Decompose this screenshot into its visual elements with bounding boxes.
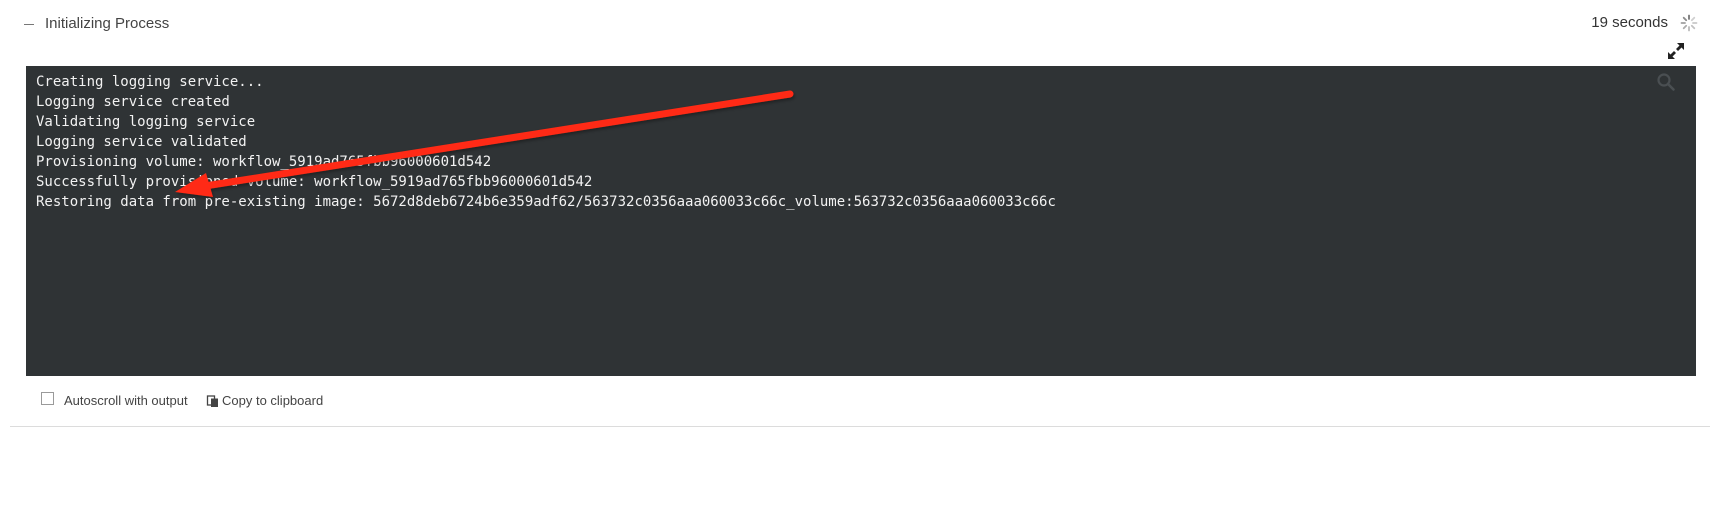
- autoscroll-label[interactable]: Autoscroll with output: [64, 393, 188, 408]
- copy-to-clipboard-button[interactable]: Copy to clipboard: [222, 393, 323, 408]
- console-line: Validating logging service: [36, 114, 256, 130]
- console-line: Provisioning volume: workflow_5919ad765f…: [36, 154, 492, 170]
- console-line: Logging service validated: [36, 134, 247, 150]
- console-output: Creating logging service... Logging serv…: [26, 66, 1696, 376]
- console-line: Successfully provisioned volume: workflo…: [36, 174, 593, 190]
- expand-icon[interactable]: [1667, 42, 1685, 60]
- search-icon[interactable]: [1656, 72, 1676, 92]
- console-line: Restoring data from pre-existing image: …: [36, 194, 1056, 210]
- process-header: Initializing Process 19 seconds: [0, 0, 1715, 59]
- spinner-icon: [1680, 14, 1698, 32]
- clipboard-icon[interactable]: [206, 394, 220, 408]
- collapse-button[interactable]: [20, 14, 38, 34]
- autoscroll-checkbox[interactable]: [41, 392, 54, 405]
- section-divider: [10, 426, 1710, 427]
- console-footer: Autoscroll with output Copy to clipboard: [0, 384, 1715, 424]
- console-line: Logging service created: [36, 94, 230, 110]
- elapsed-time: 19 seconds: [1591, 14, 1668, 31]
- process-title: Initializing Process: [45, 15, 170, 32]
- console-line: Creating logging service...: [36, 74, 264, 90]
- minus-icon: [24, 24, 34, 25]
